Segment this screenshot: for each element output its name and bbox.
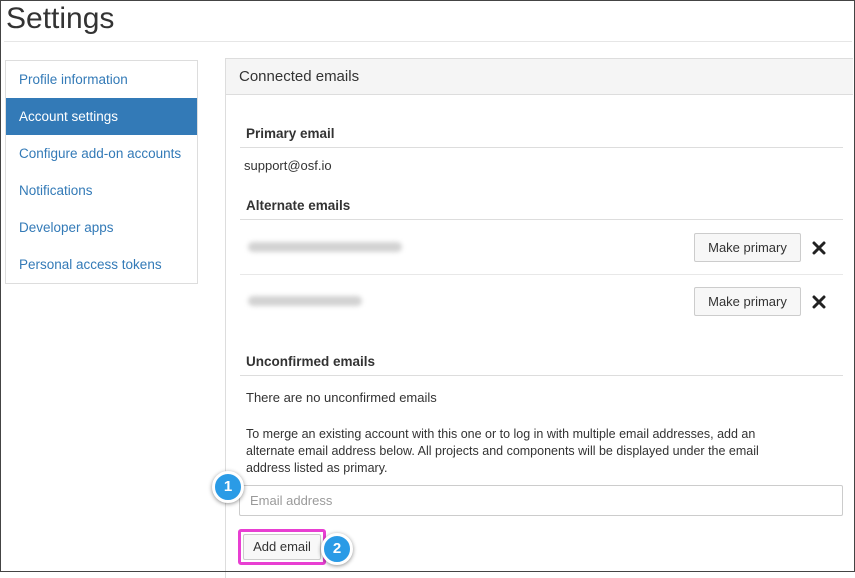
unconfirmed-emails-heading: Unconfirmed emails: [246, 354, 376, 369]
alternate-email-redacted: [248, 296, 362, 306]
sidebar-item-personal-access-tokens[interactable]: Personal access tokens: [6, 246, 197, 283]
primary-email-heading: Primary email: [246, 126, 335, 141]
make-primary-button[interactable]: Make primary: [694, 233, 801, 262]
remove-email-icon[interactable]: [812, 295, 826, 309]
settings-sidebar: Profile information Account settings Con…: [5, 60, 198, 284]
email-address-input[interactable]: [239, 485, 843, 516]
panel-title: Connected emails: [226, 59, 853, 95]
sidebar-item-configure-addon-accounts[interactable]: Configure add-on accounts: [6, 135, 197, 172]
alternate-divider: [240, 219, 843, 220]
step-badge-2: 2: [321, 533, 353, 565]
no-unconfirmed-text: There are no unconfirmed emails: [246, 390, 437, 405]
add-email-button[interactable]: Add email: [243, 534, 321, 560]
sidebar-item-account-settings[interactable]: Account settings: [6, 98, 197, 135]
unconfirmed-divider: [240, 375, 843, 376]
page-title: Settings: [6, 2, 115, 35]
primary-email-value: support@osf.io: [244, 158, 332, 173]
make-primary-button[interactable]: Make primary: [694, 287, 801, 316]
connected-emails-panel: Connected emails Primary email support@o…: [225, 58, 853, 578]
sidebar-item-notifications[interactable]: Notifications: [6, 172, 197, 209]
title-divider: [4, 41, 852, 42]
sidebar-item-developer-apps[interactable]: Developer apps: [6, 209, 197, 246]
step-badge-1: 1: [212, 471, 244, 503]
alternate-row-divider: [240, 274, 843, 275]
alternate-emails-heading: Alternate emails: [246, 198, 351, 213]
sidebar-item-profile-information[interactable]: Profile information: [6, 61, 197, 98]
alternate-email-redacted: [248, 242, 402, 252]
remove-email-icon[interactable]: [812, 241, 826, 255]
add-email-highlight: Add email: [238, 529, 326, 565]
merge-instructions: To merge an existing account with this o…: [246, 427, 759, 475]
primary-divider: [240, 147, 843, 148]
